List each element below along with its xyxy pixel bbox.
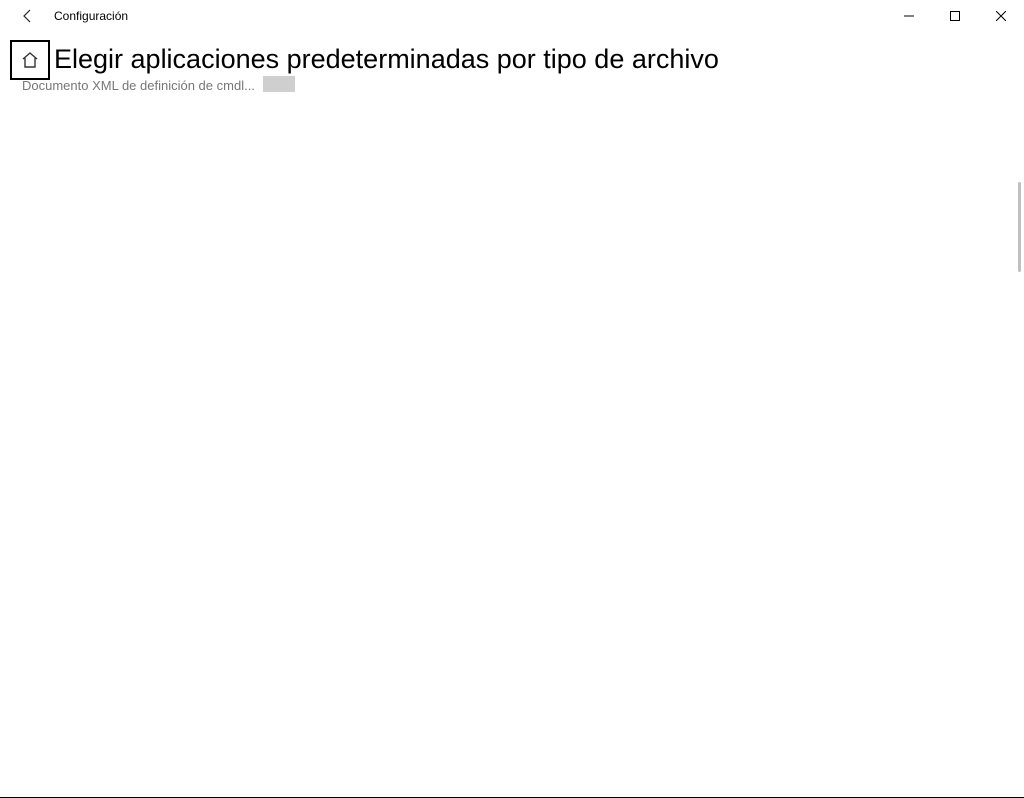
home-icon xyxy=(20,50,40,70)
home-button[interactable] xyxy=(10,40,50,80)
page-title: Elegir aplicaciones predeterminadas por … xyxy=(54,44,719,75)
close-button[interactable] xyxy=(978,0,1024,32)
window-controls xyxy=(886,0,1024,32)
truncated-previous-desc: Documento XML de definición de cmdl... xyxy=(22,78,255,93)
back-button[interactable] xyxy=(8,0,48,32)
titlebar: Configuración xyxy=(0,0,1024,32)
scrollbar[interactable] xyxy=(1018,182,1021,272)
maximize-button[interactable] xyxy=(932,0,978,32)
truncated-app-icon[interactable] xyxy=(263,76,295,92)
minimize-button[interactable] xyxy=(886,0,932,32)
window-title: Configuración xyxy=(54,9,128,23)
